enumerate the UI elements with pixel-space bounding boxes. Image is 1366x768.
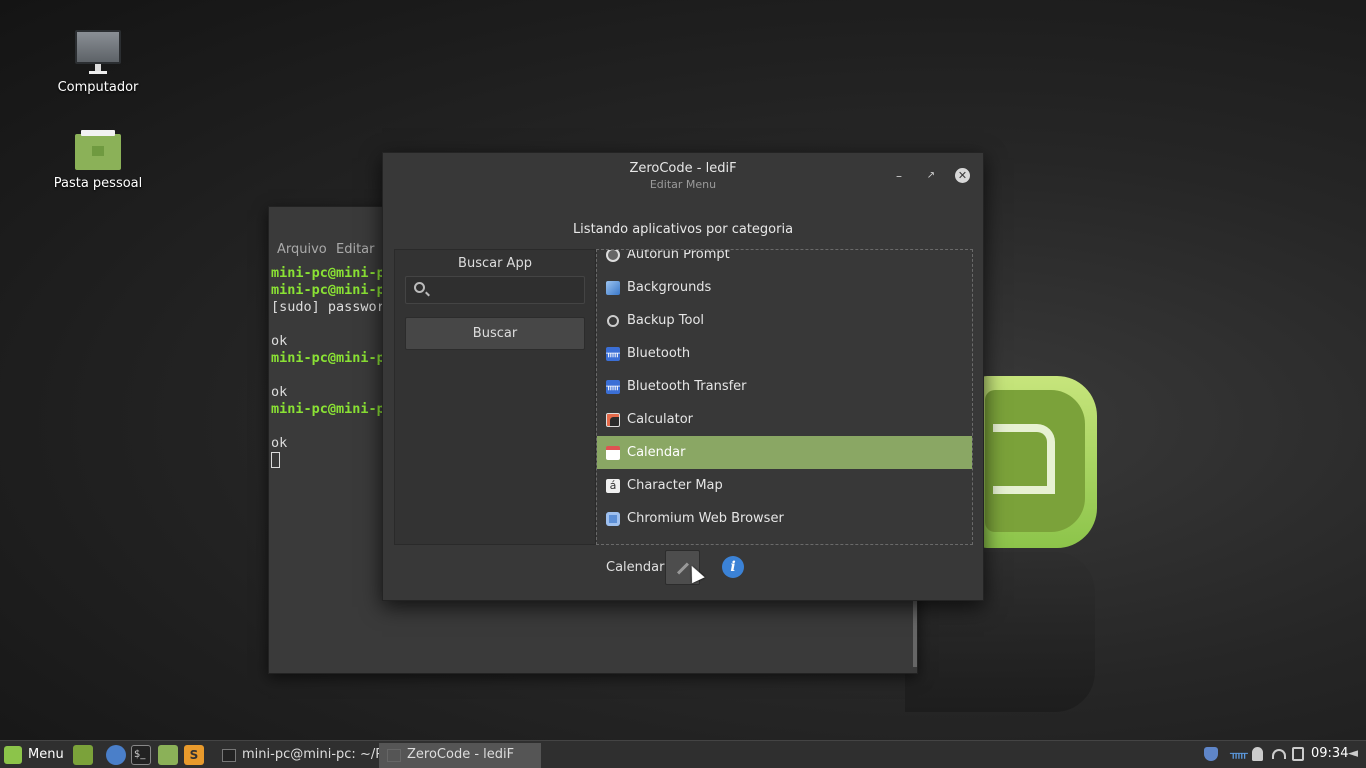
bluetooth-icon[interactable]: ᚅ: [1230, 747, 1248, 761]
shield-icon[interactable]: [1204, 747, 1218, 761]
sublime-launcher-icon[interactable]: S: [184, 745, 204, 765]
bluetooth-icon: ᚅ: [606, 380, 620, 394]
user-icon[interactable]: [1252, 747, 1263, 761]
app-item-label: Backgrounds: [627, 280, 712, 295]
app-item-label: Calculator: [627, 412, 694, 427]
menu-arquivo[interactable]: Arquivo: [277, 242, 327, 257]
desktop-icon-label: Pasta pessoal: [53, 176, 143, 191]
app-item-label: Backup Tool: [627, 313, 705, 328]
app-item-backup-tool[interactable]: Backup Tool: [597, 304, 972, 337]
edit-menu-dialog: ZeroCode - lediF Editar Menu – ↗ ✕ Lista…: [382, 152, 984, 601]
app-item-bluetooth[interactable]: ᚅ Bluetooth: [597, 337, 972, 370]
search-input[interactable]: [434, 280, 582, 300]
maximize-button[interactable]: ↗: [923, 168, 939, 184]
character-map-icon: á: [606, 479, 620, 493]
terminal-prompt: mini-pc@mini-p: [271, 282, 385, 298]
app-item-calendar[interactable]: Calendar: [597, 436, 972, 469]
terminal-launcher-icon[interactable]: $_: [131, 745, 151, 765]
search-field[interactable]: [405, 276, 585, 304]
app-item-chromium-web-browser[interactable]: Chromium Web Browser: [597, 502, 972, 535]
task-label: ZeroCode - lediF: [407, 747, 515, 762]
terminal-cursor: [271, 452, 280, 468]
app-item-label: Bluetooth Transfer: [627, 379, 747, 394]
image-icon: [606, 281, 620, 295]
terminal-scrollbar[interactable]: [913, 597, 917, 667]
terminal-prompt: mini-pc@mini-p: [271, 265, 385, 281]
home-folder-icon: [75, 130, 121, 170]
app-item-label: Autorun Prompt: [627, 249, 730, 262]
app-item-character-map[interactable]: á Character Map: [597, 469, 972, 502]
menu-editar[interactable]: Editar: [336, 242, 375, 257]
terminal-icon: [222, 749, 236, 762]
clock[interactable]: 09:34: [1311, 746, 1348, 761]
menu-button-label: Menu: [28, 747, 64, 762]
files-launcher-icon[interactable]: [158, 745, 178, 765]
terminal-line: ok: [271, 333, 288, 349]
wifi-icon[interactable]: [1272, 749, 1286, 759]
app-item-autorun-prompt[interactable]: Autorun Prompt: [597, 249, 972, 271]
app-list[interactable]: Autorun Prompt Backgrounds Backup Tool ᚅ…: [596, 249, 973, 545]
app-item-calculator[interactable]: Calculator: [597, 403, 972, 436]
search-icon: [414, 282, 425, 293]
desktop-icon-home-folder[interactable]: Pasta pessoal: [43, 130, 153, 191]
desktop-icon-computer[interactable]: Computador: [43, 28, 153, 95]
terminal-output[interactable]: mini-pc@mini-p mini-pc@mini-p [sudo] pas…: [271, 265, 385, 470]
app-item-label: Chromium Web Browser: [627, 511, 784, 526]
bluetooth-icon: ᚅ: [606, 347, 620, 361]
app-item-bluetooth-transfer[interactable]: ᚅ Bluetooth Transfer: [597, 370, 972, 403]
volume-icon[interactable]: ◄: [1348, 747, 1362, 761]
battery-icon[interactable]: [1292, 747, 1304, 761]
terminal-prompt: mini-pc@mini-p: [271, 401, 385, 417]
mint-logo: [975, 376, 1097, 548]
terminal-line: [sudo] passwor: [271, 299, 385, 315]
app-item-label: Calendar: [627, 445, 686, 460]
mint-menu-icon: [4, 746, 22, 764]
app-item-label: Bluetooth: [627, 346, 691, 361]
search-button[interactable]: Buscar: [405, 317, 585, 350]
search-label: Buscar App: [458, 256, 532, 271]
window-icon: [387, 749, 401, 762]
calendar-icon: [606, 446, 620, 460]
selected-app-label: Calendar: [606, 560, 665, 575]
terminal-prompt: mini-pc@mini-p: [271, 350, 385, 366]
minimize-button[interactable]: –: [891, 168, 907, 184]
taskbar-task-zerocode[interactable]: ZeroCode - lediF: [379, 743, 541, 768]
show-desktop-icon[interactable]: [73, 745, 93, 765]
gear-icon: [606, 250, 620, 262]
close-button[interactable]: ✕: [955, 168, 970, 183]
refresh-icon: [607, 315, 619, 327]
terminal-line: ok: [271, 435, 288, 451]
category-heading: Listando aplicativos por categoria: [572, 222, 794, 237]
search-panel: Buscar App Buscar: [394, 249, 596, 545]
chromium-launcher-icon[interactable]: [106, 745, 126, 765]
computer-icon: [75, 30, 121, 74]
info-button[interactable]: i: [722, 556, 744, 578]
app-item-label: Character Map: [627, 478, 723, 493]
calculator-icon: [606, 413, 620, 427]
taskbar-task-terminal[interactable]: mini-pc@mini-pc: ~/P...: [214, 743, 393, 768]
desktop-icon-label: Computador: [57, 80, 139, 95]
task-label: mini-pc@mini-pc: ~/P...: [242, 747, 394, 762]
terminal-line: ok: [271, 384, 288, 400]
taskbar: Menu $_ S mini-pc@mini-pc: ~/P... ZeroCo…: [0, 740, 1366, 768]
chromium-icon: [606, 512, 620, 526]
app-item-backgrounds[interactable]: Backgrounds: [597, 271, 972, 304]
